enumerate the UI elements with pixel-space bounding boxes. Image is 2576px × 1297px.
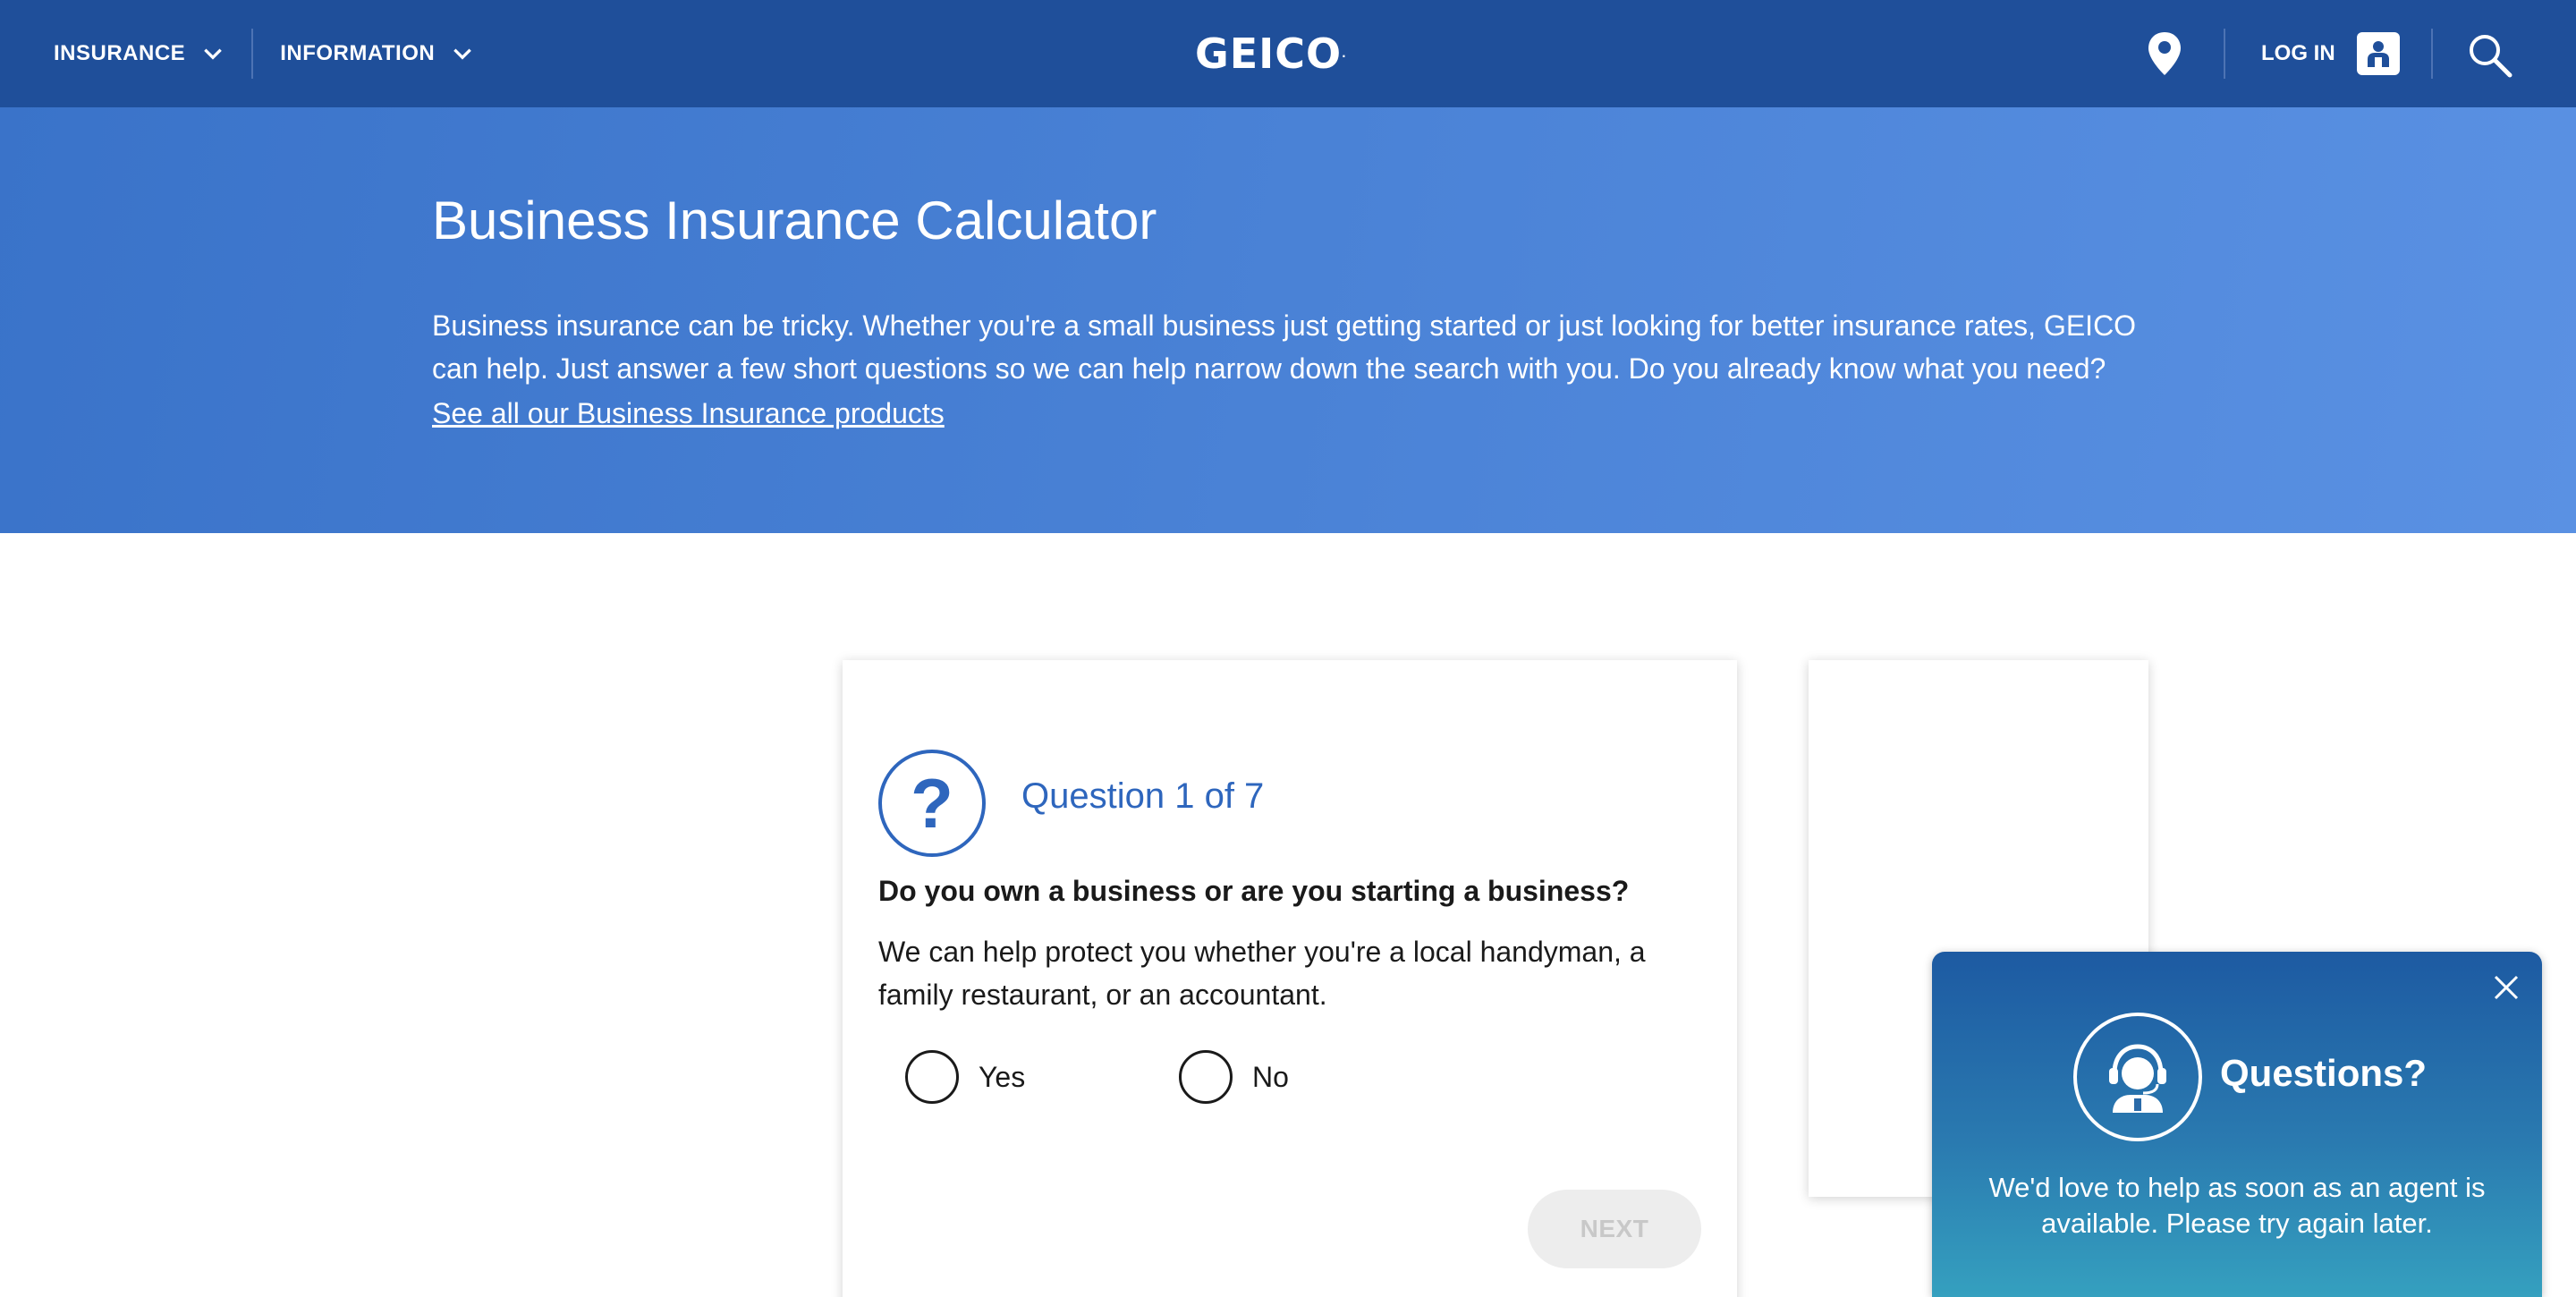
chat-popup: Questions? We'd love to help as soon as … bbox=[1932, 952, 2542, 1297]
question-card: ? Question 1 of 7 Do you own a business … bbox=[843, 660, 1737, 1297]
radio-circle[interactable] bbox=[905, 1050, 959, 1104]
next-button[interactable]: NEXT bbox=[1528, 1190, 1701, 1268]
information-menu-label: INFORMATION bbox=[280, 41, 436, 65]
agent-headset-icon bbox=[2073, 1013, 2202, 1141]
chat-title: Questions? bbox=[2220, 1052, 2428, 1094]
question-counter: Question 1 of 7 bbox=[1021, 776, 1265, 816]
question-mark-icon: ? bbox=[878, 750, 986, 857]
hero-banner: Business Insurance Calculator Business i… bbox=[0, 107, 2576, 533]
location-pin-icon[interactable] bbox=[2145, 30, 2184, 77]
login-label: LOG IN bbox=[2261, 41, 2335, 65]
nav-divider bbox=[2431, 29, 2433, 79]
radio-circle[interactable] bbox=[1179, 1050, 1233, 1104]
logo-mark: . bbox=[1342, 47, 1347, 60]
insurance-menu-label: INSURANCE bbox=[54, 41, 186, 65]
information-menu[interactable]: INFORMATION bbox=[280, 41, 474, 66]
page-title: Business Insurance Calculator bbox=[432, 191, 1157, 250]
option-no-radio[interactable]: No bbox=[1179, 1050, 1289, 1104]
nav-divider bbox=[2224, 29, 2225, 79]
question-description: We can help protect you whether you're a… bbox=[878, 936, 1646, 1011]
business-products-link[interactable]: See all our Business Insurance products bbox=[432, 392, 945, 435]
insurance-menu[interactable]: INSURANCE bbox=[54, 41, 225, 66]
option-yes-radio[interactable]: Yes bbox=[905, 1050, 1025, 1104]
chevron-down-icon bbox=[204, 48, 223, 60]
chat-message: We'd love to help as soon as an agent is… bbox=[1988, 1172, 2486, 1239]
option-label: No bbox=[1252, 1060, 1289, 1093]
user-icon bbox=[2356, 32, 2400, 75]
logo-text: GEICO bbox=[1195, 30, 1343, 78]
hero-description: Business insurance can be tricky. Whethe… bbox=[432, 309, 2137, 385]
close-icon[interactable] bbox=[2490, 971, 2522, 1004]
top-navigation: INSURANCE INFORMATION GEICO. LOG IN bbox=[0, 0, 2576, 107]
login-button[interactable]: LOG IN bbox=[2261, 0, 2400, 107]
chevron-down-icon bbox=[453, 48, 472, 60]
option-label: Yes bbox=[979, 1060, 1026, 1093]
nav-divider bbox=[251, 29, 254, 79]
geico-logo[interactable]: GEICO. bbox=[1195, 32, 1347, 75]
question-title: Do you own a business or are you startin… bbox=[878, 875, 1630, 907]
nav-left-group: INSURANCE INFORMATION bbox=[54, 0, 474, 107]
search-icon[interactable] bbox=[2467, 32, 2513, 79]
